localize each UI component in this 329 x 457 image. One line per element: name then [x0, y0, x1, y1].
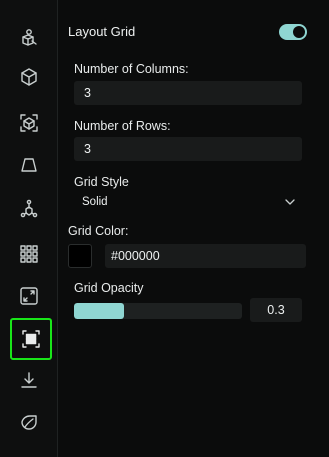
sidebar	[0, 0, 58, 457]
columns-input[interactable]: 3	[74, 81, 302, 105]
layout-grid-button[interactable]	[10, 318, 52, 360]
columns-label: Number of Columns:	[74, 62, 189, 76]
grid-9-icon	[20, 245, 38, 263]
shapes-3d-button[interactable]	[11, 20, 47, 56]
layout-grid-panel: Layout Grid Number of Columns: 3 Number …	[58, 0, 329, 457]
rows-input[interactable]: 3	[74, 137, 302, 161]
style-label: Grid Style	[74, 175, 129, 189]
grid-9-button[interactable]	[11, 236, 47, 272]
cube-focus-icon	[20, 114, 38, 132]
grid-style-select[interactable]: Solid	[74, 192, 302, 212]
grid-opacity-fill	[74, 303, 125, 319]
layout-grid-icon	[22, 330, 40, 348]
trapezoid-button[interactable]	[11, 147, 47, 183]
rows-label: Number of Rows:	[74, 119, 171, 133]
download-icon	[21, 372, 37, 388]
grid-style-value: Solid	[82, 196, 108, 208]
download-button[interactable]	[11, 362, 47, 398]
grid-opacity-slider[interactable]	[74, 303, 242, 319]
opacity-label: Grid Opacity	[74, 281, 144, 295]
node-tree-button[interactable]	[11, 191, 47, 227]
color-label: Grid Color:	[68, 224, 129, 238]
grid-color-swatch[interactable]	[68, 244, 92, 268]
chevron-down-icon	[285, 199, 295, 205]
panel-title: Layout Grid	[68, 24, 136, 39]
toggle-knob	[293, 26, 305, 38]
leaf-button[interactable]	[11, 404, 47, 440]
grid-opacity-input[interactable]: 0.3	[250, 298, 302, 322]
resize-button[interactable]	[11, 278, 47, 314]
grid-color-input[interactable]: #000000	[105, 244, 306, 268]
leaf-icon	[21, 415, 37, 430]
trapezoid-icon	[21, 158, 37, 172]
node-tree-icon	[20, 199, 38, 218]
resize-arrows-icon	[20, 287, 38, 305]
cube-icon	[21, 68, 37, 86]
cube-button[interactable]	[11, 59, 47, 95]
layout-grid-toggle[interactable]	[279, 24, 307, 40]
shapes-3d-icon	[22, 29, 37, 46]
cube-focus-button[interactable]	[11, 105, 47, 141]
